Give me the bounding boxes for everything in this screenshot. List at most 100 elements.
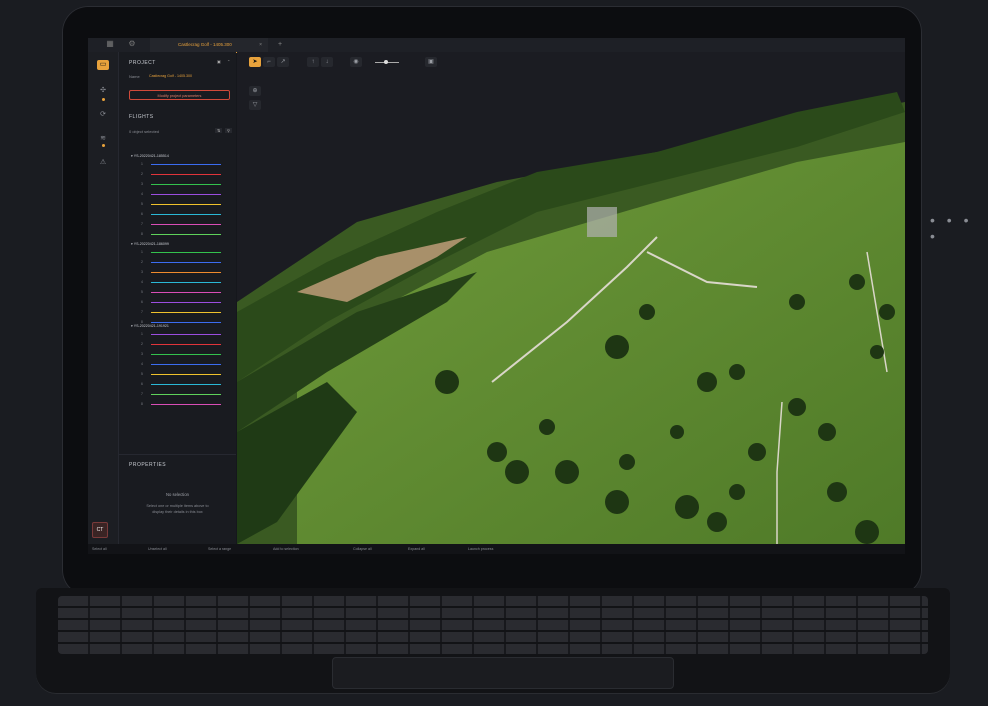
flight-line-swatch (151, 282, 221, 284)
map-viewport[interactable]: ➤ ⌐ ↗ ↑ ↓ ◉ ▣ ⊕ ▽ (237, 52, 905, 544)
modify-project-button[interactable]: Modify project parameters (129, 90, 230, 100)
decoration-dots: • • • • (930, 212, 973, 244)
flight-line-row[interactable]: 2 (141, 260, 231, 265)
flight-line-number: 7 (141, 310, 143, 314)
status-shortcut: Collapse all (353, 547, 372, 551)
flight-line-row[interactable]: 3 (141, 352, 231, 357)
flight-line-row[interactable]: 6 (141, 300, 231, 305)
flight-group[interactable]: ▾ YS-20220421-191921 (131, 324, 169, 328)
flight-line-swatch (151, 272, 221, 274)
collapse-icon[interactable]: ⌃ (227, 59, 230, 64)
flight-line-number: 2 (141, 172, 143, 176)
flight-line-row[interactable]: 8 (141, 232, 231, 237)
pin-icon[interactable]: ↗ (277, 57, 289, 67)
flight-line-number: 1 (141, 250, 143, 254)
drone-icon[interactable]: ✣ (97, 86, 109, 96)
flight-line-row[interactable]: 6 (141, 382, 231, 387)
tab-close-icon[interactable]: × (259, 38, 262, 52)
flight-line-row[interactable]: 2 (141, 342, 231, 347)
project-name-field[interactable]: Castlecrag Golf - 1405.300 (149, 74, 192, 78)
flight-line-swatch (151, 334, 221, 336)
status-shortcut: Select a range (208, 547, 232, 551)
flight-line-row[interactable]: 1 (141, 162, 231, 167)
eye-icon[interactable]: ◉ (350, 57, 362, 67)
flight-line-swatch (151, 252, 221, 254)
camera-icon[interactable]: ▣ (425, 57, 437, 67)
flight-line-row[interactable]: 2 (141, 172, 231, 177)
filter-icon[interactable]: ⚲ (225, 128, 232, 133)
flight-line-row[interactable]: 7 (141, 392, 231, 397)
project-heading: PROJECT (129, 60, 156, 66)
arrow-down-icon[interactable]: ↓ (321, 57, 333, 67)
app-window: ▦ ⚙ Castlecrag Golf - 1405.300 × + ▭ ✣ ⟳… (88, 38, 905, 554)
folder-open-icon[interactable]: ▣ (217, 59, 221, 64)
flight-line-number: 5 (141, 290, 143, 294)
flight-line-row[interactable]: 8 (141, 402, 231, 407)
flight-line-swatch (151, 344, 221, 346)
flight-line-row[interactable]: 7 (141, 222, 231, 227)
flight-line-number: 1 (141, 332, 143, 336)
opacity-slider-knob[interactable] (384, 60, 388, 64)
flight-group[interactable]: ▾ YS-20220421-185514 (131, 154, 169, 158)
flight-line-row[interactable]: 5 (141, 290, 231, 295)
tab-project[interactable]: Castlecrag Golf - 1405.300 × (150, 38, 268, 53)
folder-icon[interactable]: ▭ (97, 60, 109, 70)
add-tab-icon[interactable]: + (278, 38, 282, 52)
grid-icon[interactable]: ▦ (106, 40, 114, 48)
layers-icon[interactable]: ≋ (97, 134, 109, 144)
status-shortcut: Launch process (468, 547, 494, 551)
name-label: Name (129, 74, 140, 79)
flight-line-row[interactable]: 3 (141, 182, 231, 187)
history-icon[interactable]: ⟳ (97, 110, 109, 120)
tab-title: Castlecrag Golf - 1405.300 (178, 42, 232, 47)
flight-line-number: 7 (141, 392, 143, 396)
flight-line-row[interactable]: 1 (141, 332, 231, 337)
no-selection-hint-2: display their details in this box (152, 510, 203, 514)
left-rail: ▭ ✣ ⟳ ≋ ⚠ CT (88, 52, 119, 544)
flight-line-swatch (151, 312, 221, 314)
flight-line-swatch (151, 302, 221, 304)
flight-line-number: 5 (141, 202, 143, 206)
pointer-icon[interactable]: ➤ (249, 57, 261, 67)
warning-icon[interactable]: ⚠ (97, 158, 109, 168)
flight-line-row[interactable]: 4 (141, 280, 231, 285)
flight-line-swatch (151, 224, 221, 226)
aerial-map (237, 92, 905, 544)
flight-line-row[interactable]: 7 (141, 310, 231, 315)
no-selection-hint-1: Select one or multiple items above to (146, 504, 209, 508)
flight-group[interactable]: ▾ YS-20220421-186099 (131, 242, 169, 246)
flight-line-swatch (151, 384, 221, 386)
select-tool-icon[interactable]: ⇅ (215, 128, 223, 133)
trackpad (332, 657, 674, 689)
flight-line-swatch (151, 262, 221, 264)
zoom-icon[interactable]: ⊕ (249, 86, 261, 96)
flight-line-row[interactable]: 1 (141, 250, 231, 255)
flight-line-row[interactable]: 4 (141, 362, 231, 367)
flight-line-row[interactable]: 4 (141, 192, 231, 197)
arrow-up-icon[interactable]: ↑ (307, 57, 319, 67)
divider (119, 454, 236, 455)
selection-count: 0 object selected (129, 129, 160, 134)
measure-icon[interactable]: ⌐ (263, 57, 275, 67)
title-bar: ▦ ⚙ Castlecrag Golf - 1405.300 × + (88, 38, 905, 53)
flight-line-number: 8 (141, 402, 143, 406)
flight-line-swatch (151, 174, 221, 176)
status-shortcut: Select all (92, 547, 107, 551)
filter-view-icon[interactable]: ▽ (249, 100, 261, 110)
flight-line-number: 4 (141, 362, 143, 366)
status-shortcut: Add to selection (273, 547, 299, 551)
keyboard (58, 596, 928, 654)
flight-line-number: 1 (141, 162, 143, 166)
flight-line-row[interactable]: 3 (141, 270, 231, 275)
flight-line-number: 3 (141, 270, 143, 274)
flight-line-row[interactable]: 6 (141, 212, 231, 217)
flight-line-swatch (151, 354, 221, 356)
flight-line-row[interactable]: 5 (141, 372, 231, 377)
flight-line-number: 8 (141, 232, 143, 236)
flight-line-row[interactable]: 5 (141, 202, 231, 207)
brand-badge: CT (92, 522, 108, 538)
rail-indicator (102, 144, 105, 147)
flight-line-number: 3 (141, 182, 143, 186)
flight-line-swatch (151, 184, 221, 186)
settings-icon[interactable]: ⚙ (128, 40, 136, 48)
